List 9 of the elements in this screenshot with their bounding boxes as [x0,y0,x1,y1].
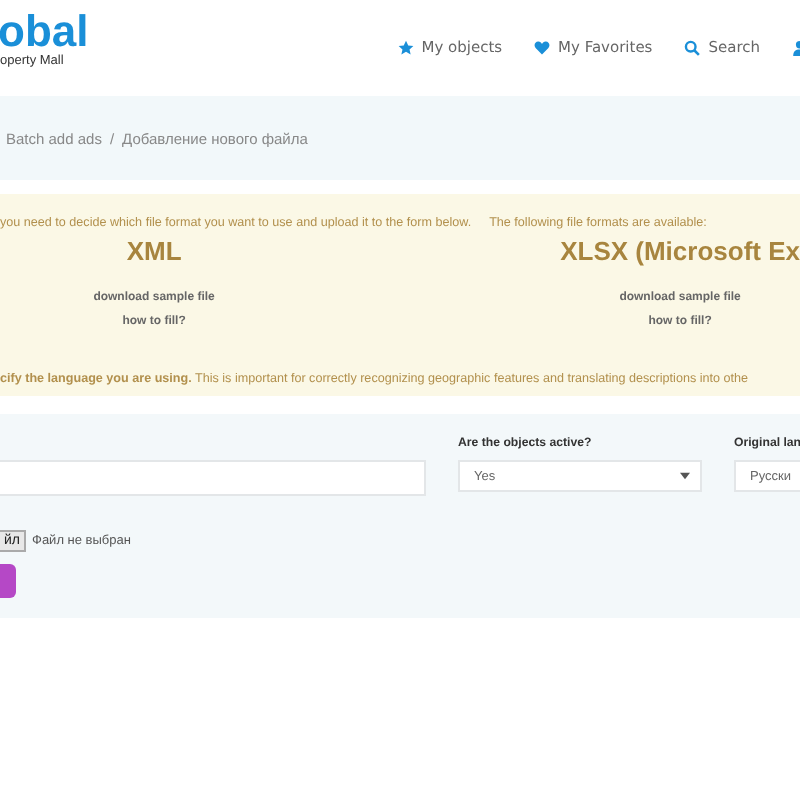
heart-icon [534,39,551,55]
search-icon [684,39,701,55]
submit-button[interactable] [0,564,16,598]
star-icon [397,39,414,55]
format-title: XLSX (Microsoft Ex [560,236,800,266]
logo-name[interactable]: obal [0,12,89,52]
input-field[interactable] [0,460,426,496]
format-title: XML [126,236,182,266]
caret-icon [680,472,690,480]
